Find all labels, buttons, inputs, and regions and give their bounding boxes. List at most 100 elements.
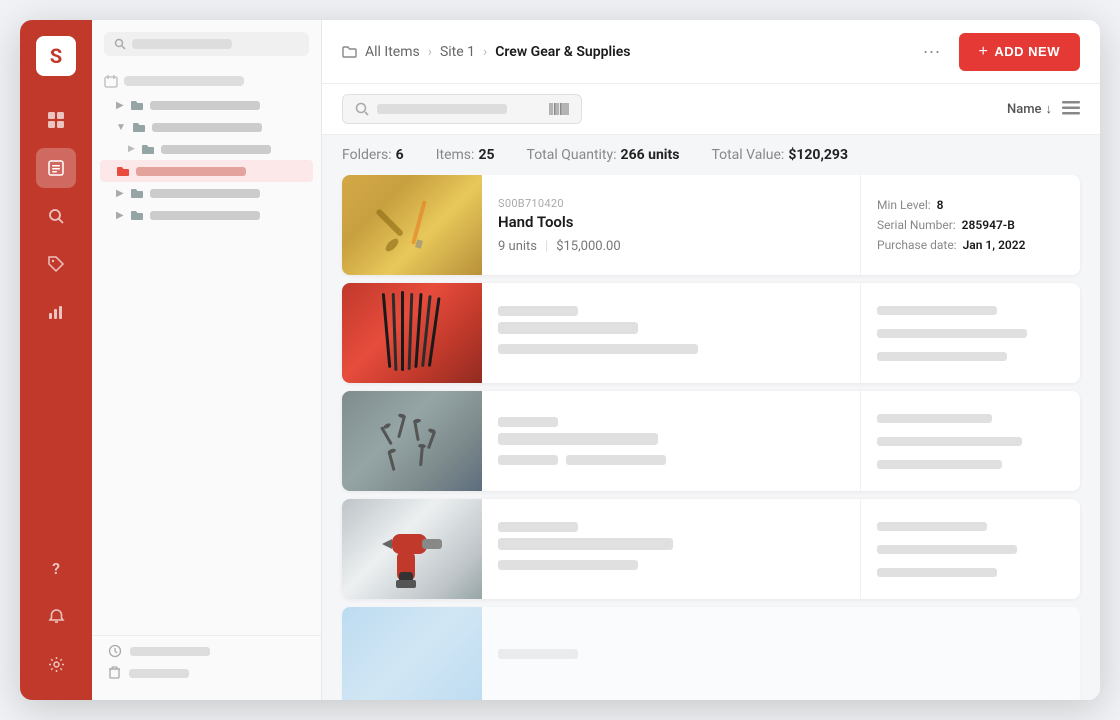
sidebar-item-grid[interactable] [36, 100, 76, 140]
placeholder-meta-3 [498, 455, 844, 465]
detail-purchase: Purchase date: Jan 1, 2022 [877, 238, 1064, 252]
item-info-drill-bits [482, 283, 860, 383]
placeholder-detail-d3 [877, 568, 997, 577]
item-sku-hand-tools: S00B710420 [498, 197, 844, 210]
placeholder-meta-4 [498, 560, 638, 570]
item-info-partial [482, 607, 1080, 700]
view-toggle-button[interactable] [1062, 100, 1080, 119]
tree-item-3-label [150, 189, 260, 198]
sidebar-nav [36, 100, 76, 548]
sidebar-item-help[interactable]: ? [36, 548, 76, 588]
stats-bar: Folders: 6 Items: 25 Total Quantity: 266… [322, 135, 1100, 175]
item-card-drill-bits[interactable] [342, 283, 1080, 383]
item-image-screws [342, 391, 482, 491]
tree-section-header [100, 68, 313, 94]
item-image-hand-tools [342, 175, 482, 275]
item-card-hand-tools[interactable]: S00B710420 Hand Tools 9 units | $15,000.… [342, 175, 1080, 275]
sidebar-item-inventory[interactable] [36, 148, 76, 188]
item-card-partial[interactable] [342, 607, 1080, 700]
main-header: All Items › Site 1 › Crew Gear & Supplie… [322, 20, 1100, 84]
toolbar: Name ↓ [322, 84, 1100, 135]
sidebar-bottom: ? [36, 548, 76, 684]
footer-trash-label [129, 669, 189, 678]
stat-value: Total Value: $120,293 [711, 147, 848, 163]
tree-search-box[interactable] [104, 32, 309, 56]
sidebar-item-tags[interactable] [36, 244, 76, 284]
tree-item-3[interactable]: ▶ [100, 182, 313, 204]
more-options-button[interactable]: ··· [915, 37, 949, 66]
tree-footer-trash[interactable] [108, 666, 305, 680]
value-label: Total Value: [711, 147, 784, 163]
chevron-down-icon: ▼ [116, 122, 126, 133]
tree-sub-item-2a-label [161, 145, 271, 154]
items-label: Items: [436, 147, 475, 163]
tree-item-1[interactable]: ▶ [100, 94, 313, 116]
sort-button[interactable]: Name ↓ [1007, 101, 1052, 117]
breadcrumb-folder-icon [342, 44, 357, 59]
sidebar: S [20, 20, 92, 700]
main-content: All Items › Site 1 › Crew Gear & Supplie… [322, 20, 1100, 700]
placeholder-name [498, 322, 638, 334]
tree-search-placeholder [132, 39, 232, 49]
tree-item-4-label [150, 211, 260, 220]
folder-open-icon [132, 121, 146, 133]
stat-items: Items: 25 [436, 147, 495, 163]
chevron-right-icon: ▶ [116, 100, 124, 111]
tree-section-label [124, 76, 244, 86]
sidebar-item-notifications[interactable] [36, 596, 76, 636]
item-image-partial [342, 607, 482, 700]
breadcrumb-site1[interactable]: Site 1 [440, 44, 475, 60]
tree-item-active[interactable] [100, 160, 313, 182]
placeholder-partial [498, 649, 578, 659]
item-card-power-drill[interactable] [342, 499, 1080, 599]
placeholder-sku-3 [498, 417, 558, 427]
trash-icon [108, 666, 121, 680]
chevron-right-3-icon: ▶ [116, 188, 124, 199]
sidebar-item-settings[interactable] [36, 644, 76, 684]
placeholder-detail-s3 [877, 460, 1002, 469]
sidebar-item-reports[interactable] [36, 292, 76, 332]
tree-item-1-label [150, 101, 260, 110]
breadcrumb-all-items[interactable]: All Items [365, 44, 420, 60]
search-input-placeholder [377, 104, 507, 114]
add-new-button[interactable]: + ADD NEW [959, 33, 1080, 71]
sort-direction: ↓ [1046, 101, 1053, 117]
item-info-power-drill [482, 499, 860, 599]
tree-item-2[interactable]: ▼ [100, 116, 313, 138]
item-image-drill-bits [342, 283, 482, 383]
tree-items: ▶ ▼ ▶ ▶ [92, 68, 321, 627]
min-level-value: 8 [937, 198, 944, 212]
items-value: 25 [478, 147, 494, 163]
tree-footer-history[interactable] [108, 644, 305, 658]
tree-item-4[interactable]: ▶ [100, 204, 313, 226]
breadcrumb-sep-1: › [428, 44, 432, 60]
history-icon [108, 644, 122, 658]
app-window: S [20, 20, 1100, 700]
detail-min-level: Min Level: 8 [877, 198, 1064, 212]
folder-4-icon [130, 209, 144, 221]
serial-value: 285947-B [962, 218, 1015, 232]
app-logo[interactable]: S [36, 36, 76, 76]
items-list: S00B710420 Hand Tools 9 units | $15,000.… [322, 175, 1100, 700]
item-details-power-drill [860, 499, 1080, 599]
item-details-screws [860, 391, 1080, 491]
footer-history-label [130, 647, 210, 656]
placeholder-name-4 [498, 538, 673, 550]
stat-folders: Folders: 6 [342, 147, 404, 163]
barcode-icon [549, 102, 569, 116]
tree-footer [92, 635, 321, 688]
sidebar-item-search[interactable] [36, 196, 76, 236]
detail-serial: Serial Number: 285947-B [877, 218, 1064, 232]
folder-3-icon [130, 187, 144, 199]
placeholder-sku [498, 306, 578, 316]
folder-sub-icon [141, 143, 155, 155]
item-card-screws[interactable] [342, 391, 1080, 491]
folder-active-icon [116, 165, 130, 177]
search-box[interactable] [342, 94, 582, 124]
stat-quantity: Total Quantity: 266 units [527, 147, 680, 163]
tree-item-active-label [136, 167, 246, 176]
tree-item-2-label [152, 123, 262, 132]
placeholder-detail-d1 [877, 522, 987, 531]
chevron-right-4-icon: ▶ [116, 210, 124, 221]
tree-sub-item-2a[interactable]: ▶ [100, 138, 313, 160]
